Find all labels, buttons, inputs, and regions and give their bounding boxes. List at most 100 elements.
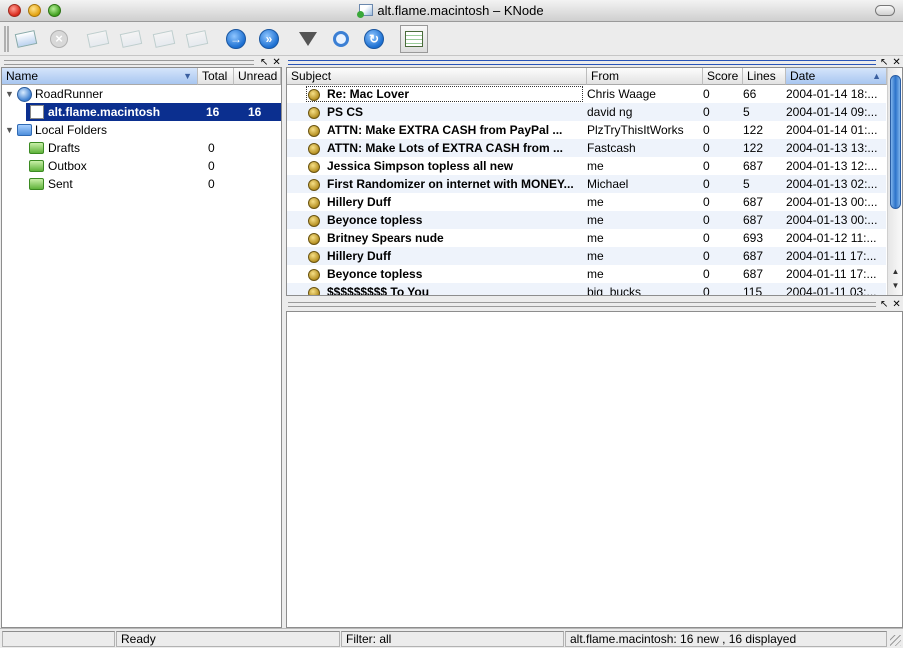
- article-date: 2004-01-11 17:...: [786, 249, 877, 263]
- article-date: 2004-01-13 00:...: [786, 213, 878, 227]
- article-row[interactable]: Hillery Duff me 0 687 2004-01-13 00:...: [287, 193, 886, 211]
- column-header-total[interactable]: Total: [198, 68, 234, 85]
- article-subject: PS CS: [327, 105, 364, 119]
- article-date: 2004-01-13 00:...: [786, 195, 878, 209]
- column-header-unread[interactable]: Unread: [234, 68, 281, 85]
- scrollbar-thumb[interactable]: [890, 75, 901, 209]
- article-row[interactable]: ATTN: Make Lots of EXTRA CASH from ... Fa…: [287, 139, 886, 157]
- unread-status-icon: [308, 179, 320, 191]
- unread-status-icon: [308, 251, 320, 263]
- column-header-unread-label: Unread: [238, 69, 278, 83]
- folder-icon: [29, 142, 44, 154]
- dock-buttons: ↖✕: [880, 58, 903, 68]
- article-row[interactable]: Hillery Duff me 0 687 2004-01-11 17:...: [287, 247, 886, 265]
- article-from: big_bucks: [587, 285, 642, 296]
- column-header-score[interactable]: Score: [703, 68, 743, 85]
- tree-item-roadrunner[interactable]: ▼ RoadRunner: [2, 85, 281, 103]
- resize-grip-icon[interactable]: [890, 635, 901, 646]
- article-from: PlzTryThisItWorks: [587, 123, 684, 137]
- new-article-button[interactable]: [12, 26, 40, 52]
- unread-status-icon: [308, 161, 320, 173]
- article-row[interactable]: $$$$$$$$$ To You big_bucks 0 115 2004-01-11 …: [287, 283, 886, 296]
- article-from: me: [587, 231, 604, 245]
- article-score: 0: [703, 267, 710, 281]
- article-date: 2004-01-14 18:...: [786, 87, 878, 101]
- folder-tree-panel: Name ▼ Total Unread ▼ RoadRunner alt.fla…: [1, 67, 282, 628]
- folders-dock-bar[interactable]: ↖✕: [2, 58, 285, 68]
- total-count: 0: [208, 177, 215, 191]
- unread-status-icon: [308, 107, 320, 119]
- articles-dock-bar[interactable]: ↖✕: [286, 58, 903, 68]
- article-score: 0: [703, 141, 710, 155]
- article-from: me: [587, 267, 604, 281]
- article-view-dock-bar[interactable]: ↖✕: [286, 299, 903, 310]
- tree-item-outbox[interactable]: Outbox 0: [2, 157, 281, 175]
- arrow-right-icon: →: [226, 29, 246, 49]
- article-row[interactable]: Britney Spears nude me 0 693 2004-01-12 11:.…: [287, 229, 886, 247]
- filter-button[interactable]: [294, 26, 322, 52]
- tree-item-sent[interactable]: Sent 0: [2, 175, 281, 193]
- expand-triangle-icon[interactable]: ▼: [5, 85, 14, 103]
- column-header-name[interactable]: Name ▼: [2, 68, 198, 85]
- reply-button[interactable]: [150, 26, 178, 52]
- tree-item-local-folders[interactable]: ▼ Local Folders: [2, 121, 281, 139]
- send-pending-button[interactable]: [84, 26, 112, 52]
- dock-buttons: ↖✕: [260, 58, 285, 68]
- article-row[interactable]: Beyonce topless me 0 687 2004-01-13 00:...: [287, 211, 886, 229]
- unread-status-icon: [308, 89, 320, 101]
- envelope-icon: [86, 30, 110, 48]
- search-button[interactable]: [327, 26, 355, 52]
- unread-status-icon: [308, 269, 320, 281]
- refresh-icon: ↻: [364, 29, 384, 49]
- article-lines: 687: [743, 267, 764, 281]
- article-row[interactable]: Re: Mac Lover Chris Waage 0 66 2004-01-14 18…: [287, 85, 886, 103]
- article-row[interactable]: PS CS david ng 0 5 2004-01-14 09:...: [287, 103, 886, 121]
- article-viewer-panel[interactable]: [286, 311, 903, 628]
- folder-icon: [29, 160, 44, 172]
- next-unread-button[interactable]: »: [255, 26, 283, 52]
- stop-icon: ×: [50, 30, 68, 48]
- scroll-up-arrow-icon[interactable]: ▲: [888, 265, 902, 279]
- tree-item-alt-flame-macintosh[interactable]: alt.flame.macintosh 16 16: [26, 103, 281, 121]
- undock-icon[interactable]: ↖: [880, 299, 892, 310]
- article-row[interactable]: ATTN: Make EXTRA CASH from PayPal ... Plz…: [287, 121, 886, 139]
- dock-close-icon[interactable]: ✕: [892, 299, 903, 310]
- column-header-lines[interactable]: Lines: [743, 68, 786, 85]
- forward-button[interactable]: [183, 26, 211, 52]
- article-row[interactable]: Jessica Simpson topless all new me 0 687 200…: [287, 157, 886, 175]
- status-bar: Ready Filter: all alt.flame.macintosh: 1…: [0, 628, 903, 648]
- article-row[interactable]: First Randomizer on internet with MONEY.…: [287, 175, 886, 193]
- article-row[interactable]: Beyonce topless me 0 687 2004-01-11 17:...: [287, 265, 886, 283]
- scroll-down-arrow-icon[interactable]: ▼: [888, 279, 902, 293]
- toggle-view-button[interactable]: [399, 24, 429, 54]
- cancel-button[interactable]: ×: [45, 26, 73, 52]
- article-date: 2004-01-14 01:...: [786, 123, 878, 137]
- article-subject: Beyonce topless: [327, 213, 423, 227]
- post-followup-button[interactable]: [117, 26, 145, 52]
- status-group-info: alt.flame.macintosh: 16 new , 16 display…: [565, 631, 887, 647]
- expand-triangle-icon[interactable]: ▼: [5, 121, 14, 139]
- toolbar-grip-handle[interactable]: [4, 26, 9, 52]
- article-subject: $$$$$$$$$ To You: [327, 285, 430, 296]
- article-from: Fastcash: [587, 141, 636, 155]
- window-title: alt.flame.macintosh – KNode: [377, 3, 544, 18]
- column-header-lines-label: Lines: [747, 69, 776, 83]
- article-lines: 687: [743, 213, 764, 227]
- column-header-date[interactable]: Date ▲: [786, 68, 887, 85]
- tree-item-drafts[interactable]: Drafts 0: [2, 139, 281, 157]
- next-article-button[interactable]: →: [222, 26, 250, 52]
- column-header-from[interactable]: From: [587, 68, 703, 85]
- unread-status-icon: [308, 215, 320, 227]
- unread-count: 16: [248, 105, 262, 119]
- article-from: me: [587, 249, 604, 263]
- article-lines: 122: [743, 141, 764, 155]
- article-list-panel: Subject From Score Lines Date ▲ Re: Mac …: [286, 67, 903, 296]
- tree-item-label: Local Folders: [35, 123, 108, 137]
- unread-status-icon: [308, 143, 320, 155]
- toolbar-toggle-button[interactable]: [875, 5, 895, 16]
- article-list-scrollbar[interactable]: ▲ ▼: [887, 68, 902, 295]
- article-score: 0: [703, 213, 710, 227]
- refresh-button[interactable]: ↻: [360, 26, 388, 52]
- column-header-subject[interactable]: Subject: [287, 68, 587, 85]
- envelope-icon: [152, 30, 176, 48]
